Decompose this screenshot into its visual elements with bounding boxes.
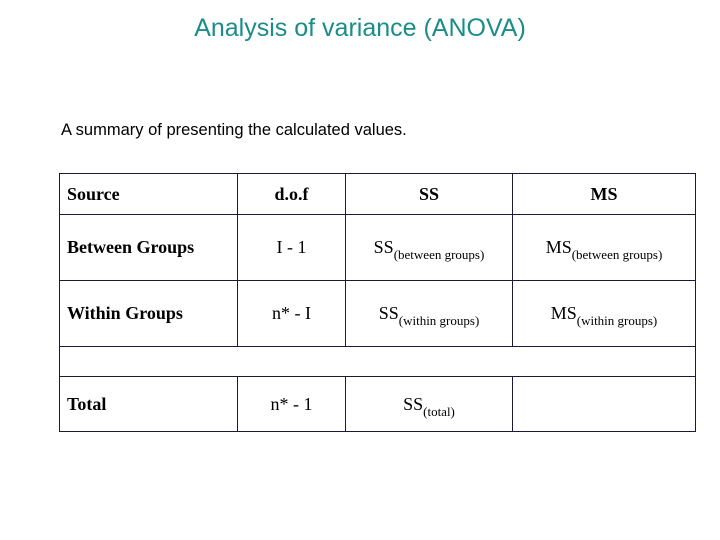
table-row-total: Total n* - 1 SS(total) [59,376,696,432]
cell-ss: SS(within groups) [345,280,513,347]
ss-subscript: (between groups) [393,247,485,262]
header-source: Source [59,173,238,215]
anova-table: Source d.o.f SS MS Between Groups I - 1 … [59,173,696,432]
table-header-row: Source d.o.f SS MS [59,173,696,215]
spacer-cell [59,346,696,377]
cell-ms: MS(within groups) [512,280,696,347]
ss-subscript: (within groups) [398,313,480,328]
header-ms: MS [512,173,696,215]
cell-source: Between Groups [59,214,238,281]
cell-dof: n* - I [237,280,346,347]
header-dof: d.o.f [237,173,346,215]
ms-subscript: (between groups) [571,247,663,262]
table-row-between-groups: Between Groups I - 1 SS(between groups) … [59,214,696,281]
cell-ms-empty [512,376,696,432]
ms-subscript: (within groups) [576,313,658,328]
page-title: Analysis of variance (ANOVA) [194,14,526,42]
table-row-within-groups: Within Groups n* - I SS(within groups) M… [59,280,696,347]
ms-symbol: MS [550,303,577,323]
cell-dof: n* - 1 [237,376,346,432]
ss-symbol: SS [378,303,399,323]
cell-source: Total [59,376,238,432]
cell-dof: I - 1 [237,214,346,281]
header-ss: SS [345,173,513,215]
cell-ss: SS(total) [345,376,513,432]
cell-ms: MS(between groups) [512,214,696,281]
cell-ss: SS(between groups) [345,214,513,281]
ss-symbol: SS [373,237,394,257]
ms-symbol: MS [545,237,572,257]
ss-symbol: SS [403,393,424,414]
ss-subscript: (total) [423,403,455,419]
table-caption: A summary of presenting the calculated v… [61,121,407,139]
cell-source: Within Groups [59,280,238,347]
table-spacer-row [59,346,696,377]
